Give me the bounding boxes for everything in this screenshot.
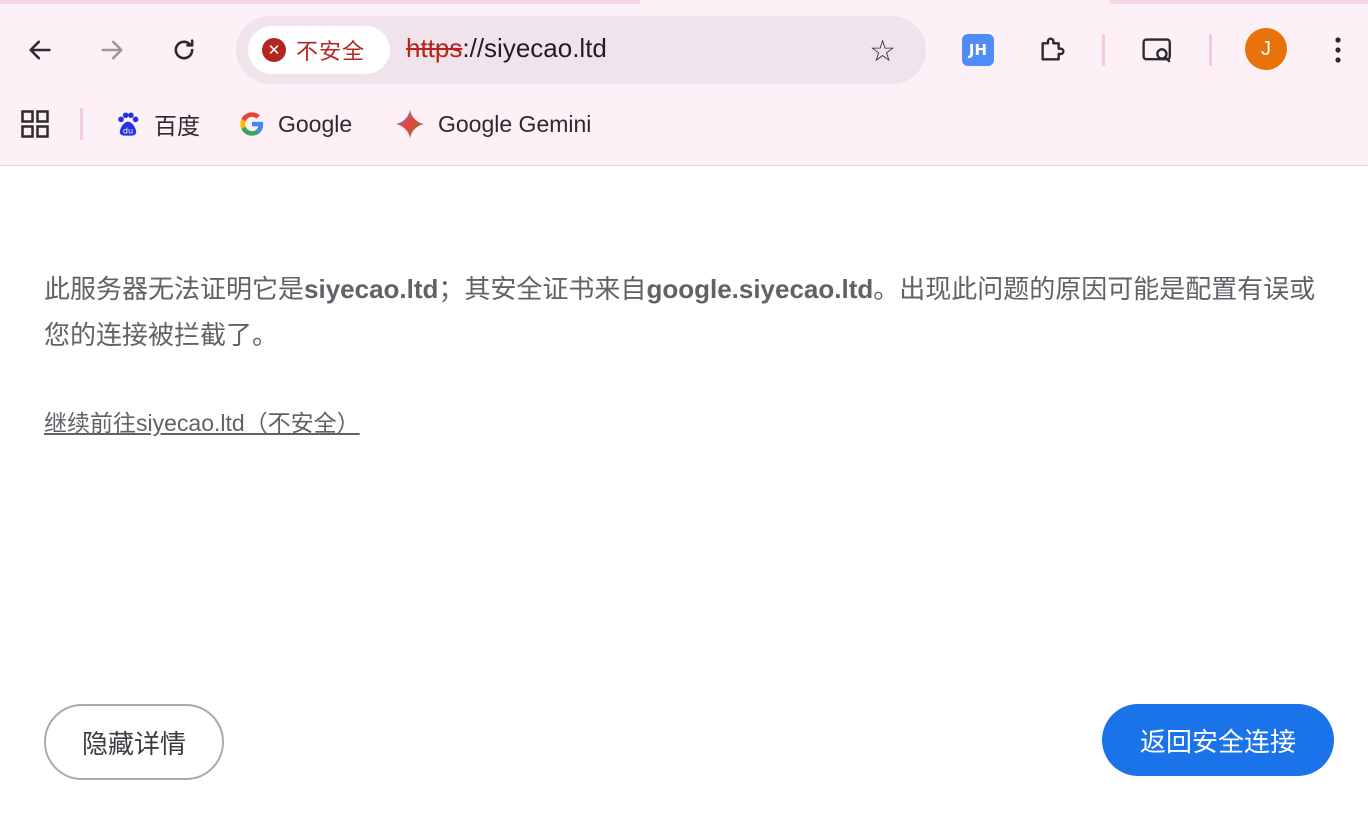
bookmark-label: Google <box>278 110 353 137</box>
baidu-icon: du <box>118 112 139 136</box>
back-to-safety-button[interactable]: 返回安全连接 <box>1102 704 1334 776</box>
error-x-icon: ✕ <box>262 38 286 62</box>
more-vert-icon <box>1335 37 1341 63</box>
tab-edge-right <box>1110 0 1368 4</box>
address-bar[interactable]: ✕ 不安全 https://siyecao.ltd ☆ <box>236 16 926 84</box>
menu-button[interactable] <box>1316 28 1360 72</box>
toolbar-divider <box>1102 34 1105 66</box>
bookmark-star-icon[interactable]: ☆ <box>869 34 896 69</box>
error-text-part: ；其安全证书来自 <box>438 274 647 304</box>
security-chip[interactable]: ✕ 不安全 <box>248 26 390 74</box>
back-button[interactable] <box>18 28 62 72</box>
proceed-unsafe-link[interactable]: 继续前往siyecao.ltd（不安全） <box>44 404 360 438</box>
arrow-right-icon <box>101 40 123 60</box>
gemini-sparkle-icon <box>395 109 425 139</box>
apps-button[interactable] <box>20 96 50 152</box>
interstitial-page: 此服务器无法证明它是siyecao.ltd；其安全证书来自google.siye… <box>0 166 1368 816</box>
bookmark-baidu[interactable]: du 百度 <box>114 96 200 152</box>
bookmarks-divider <box>80 108 83 140</box>
url-host: ://siyecao.ltd <box>462 33 607 63</box>
certificate-domain: google.siyecao.ltd <box>646 274 874 304</box>
reload-button[interactable] <box>162 28 206 72</box>
bookmark-label: Google Gemini <box>438 110 592 137</box>
hide-details-button[interactable]: 隐藏详情 <box>44 704 224 780</box>
reload-icon <box>174 39 194 60</box>
puzzle-icon <box>1041 37 1065 61</box>
toolbar-divider <box>1209 34 1212 66</box>
tab-edge <box>0 0 640 4</box>
apps-grid-icon <box>21 110 49 138</box>
error-text-part: 此服务器无法证明它是 <box>44 274 305 304</box>
error-description: 此服务器无法证明它是siyecao.ltd；其安全证书来自google.siye… <box>44 266 1324 358</box>
extensions-button[interactable] <box>1030 28 1074 72</box>
arrow-left-icon <box>29 40 51 60</box>
profile-avatar[interactable]: J <box>1245 28 1287 70</box>
tab-search-icon <box>1142 38 1171 63</box>
security-chip-label: 不安全 <box>296 39 366 64</box>
url-text[interactable]: https://siyecao.ltd <box>406 33 607 64</box>
bookmark-google[interactable]: Google <box>238 96 352 152</box>
bookmark-gemini[interactable]: Google Gemini <box>394 96 591 152</box>
tab-search-button[interactable] <box>1136 28 1180 72</box>
jh-extension-icon: JH <box>962 34 994 66</box>
browser-chrome: ✕ 不安全 https://siyecao.ltd ☆ JH J du 百度 G… <box>0 0 1368 166</box>
bookmarks-bar: du 百度 Google Google Gemini <box>0 96 1368 152</box>
bookmark-label: 百度 <box>154 113 200 139</box>
google-g-icon <box>240 112 264 136</box>
svg-text:du: du <box>123 125 133 135</box>
forward-button[interactable] <box>90 28 134 72</box>
extension-jh-button[interactable]: JH <box>956 28 1000 72</box>
error-domain: siyecao.ltd <box>304 274 439 304</box>
url-scheme: https <box>406 33 463 63</box>
toolbar: ✕ 不安全 https://siyecao.ltd ☆ JH J <box>0 14 1368 86</box>
